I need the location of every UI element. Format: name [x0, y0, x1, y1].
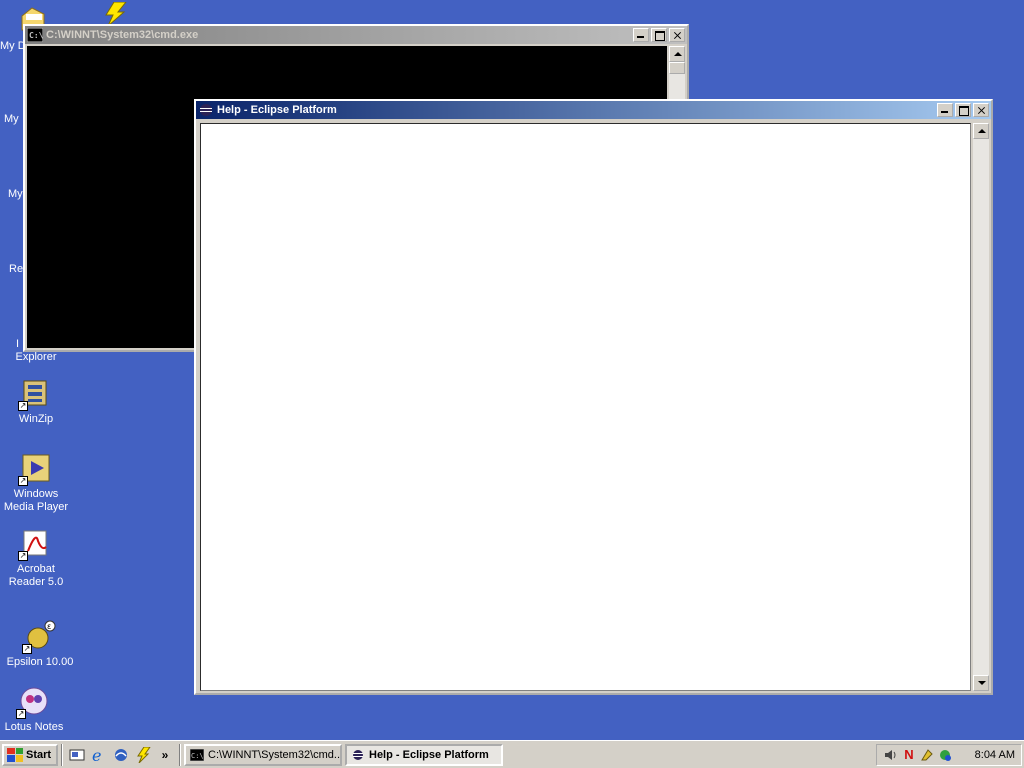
task-button-cmd[interactable]: C:\ C:\WINNT\System32\cmd... — [184, 743, 342, 766]
media-player-icon: ↗ — [18, 452, 52, 486]
maximize-button[interactable] — [651, 28, 667, 42]
norton-icon[interactable]: N — [901, 747, 917, 763]
desktop-icon-acrobat-reader[interactable]: ↗ Acrobat Reader 5.0 — [0, 527, 72, 589]
internet-explorer-icon[interactable]: e — [90, 746, 108, 764]
acrobat-icon: ↗ — [18, 527, 52, 561]
shortcut-arrow-icon: ↗ — [16, 709, 26, 719]
svg-text:ε: ε — [47, 622, 51, 631]
start-label: Start — [26, 748, 52, 761]
help-window[interactable]: Help - Eclipse Platform — [194, 99, 993, 695]
cmd-title: C:\WINNT\System32\cmd.exe — [46, 29, 199, 41]
scroll-up-button[interactable] — [973, 123, 989, 139]
tray-app-icon[interactable] — [919, 747, 935, 763]
task-button-help[interactable]: Help - Eclipse Platform — [345, 743, 503, 766]
minimize-button[interactable] — [937, 103, 953, 117]
windows-logo-icon — [7, 747, 23, 762]
svg-text:C:\: C:\ — [191, 752, 204, 760]
clock[interactable]: 8:04 AM — [975, 749, 1015, 761]
network-icon[interactable] — [937, 747, 953, 763]
cmd-icon: C:\ — [26, 27, 44, 43]
arrow-up-icon — [674, 52, 682, 56]
desktop-icon-lotus-notes[interactable]: ↗ Lotus Notes — [0, 685, 70, 734]
arrow-down-icon — [978, 681, 986, 685]
help-title: Help - Eclipse Platform — [217, 104, 337, 116]
desktop-icon-winzip[interactable]: ↗ WinZip — [0, 377, 72, 426]
eclipse-icon — [351, 749, 365, 761]
outlook-express-icon[interactable] — [112, 746, 130, 764]
close-button[interactable] — [669, 28, 685, 42]
shortcut-arrow-icon: ↗ — [18, 551, 28, 561]
cmd-icon: C:\ — [189, 748, 205, 761]
show-desktop-icon[interactable] — [68, 746, 86, 764]
desktop-icon-epsilon[interactable]: ε ↗ Epsilon 10.00 — [4, 620, 76, 669]
svg-text:C:\: C:\ — [29, 31, 43, 40]
start-button[interactable]: Start — [2, 743, 58, 766]
help-titlebar[interactable]: Help - Eclipse Platform — [196, 101, 991, 119]
eclipse-icon — [198, 103, 214, 117]
maximize-button[interactable] — [955, 103, 971, 117]
close-button[interactable] — [973, 103, 989, 117]
scroll-thumb[interactable] — [669, 62, 685, 74]
shortcut-arrow-icon: ↗ — [18, 476, 28, 486]
desktop: My D My My Re I Explorer ↗ WinZip ↗ Wind… — [0, 0, 1024, 740]
help-content-area[interactable] — [200, 123, 971, 691]
epsilon-icon: ε ↗ — [22, 620, 56, 654]
svg-text:e: e — [92, 747, 101, 763]
arrow-up-icon — [978, 129, 986, 133]
volume-icon[interactable] — [883, 747, 899, 763]
shortcut-arrow-icon: ↗ — [18, 401, 28, 411]
task-label: Help - Eclipse Platform — [369, 748, 489, 761]
taskbar: Start e » C:\ C:\WINNT\System32\cmd... H… — [0, 740, 1024, 768]
desktop-icon-windows-media-player[interactable]: ↗ Windows Media Player — [0, 452, 72, 514]
quick-launch-overflow[interactable]: » — [156, 746, 174, 764]
winzip-icon: ↗ — [18, 377, 52, 411]
taskbar-separator — [179, 743, 181, 766]
system-tray: N 8:04 AM — [876, 743, 1022, 766]
minimize-button[interactable] — [633, 28, 649, 42]
shortcut-arrow-icon: ↗ — [22, 644, 32, 654]
cmd-titlebar[interactable]: C:\ C:\WINNT\System32\cmd.exe — [25, 26, 687, 44]
lotus-notes-icon: ↗ — [16, 685, 50, 719]
scroll-down-button[interactable] — [973, 675, 989, 691]
winamp-icon[interactable] — [134, 746, 152, 764]
taskbar-separator — [61, 743, 63, 766]
task-label: C:\WINNT\System32\cmd... — [208, 748, 342, 761]
help-scrollbar[interactable] — [973, 123, 989, 691]
scroll-up-button[interactable] — [669, 46, 685, 62]
